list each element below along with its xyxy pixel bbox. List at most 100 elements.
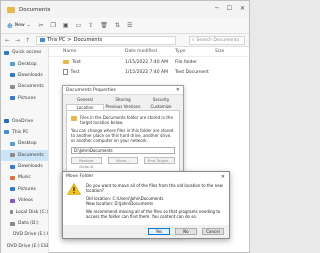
column-date[interactable]: Date modified [125,49,175,54]
dialog-message: Do you want to move all of the files fro… [86,183,225,222]
sidebar-item[interactable]: DVD Drive (E:) ESD-I [1,241,48,252]
sidebar-item[interactable]: Quick access [1,47,48,58]
crumb-this-pc[interactable]: This PC [47,37,65,43]
yes-button[interactable]: Yes [148,228,170,235]
sidebar-item-label: Data (D:) [18,221,39,227]
sidebar-item-label: Local Disk (C:) [15,209,48,215]
up-icon[interactable]: ↑ [25,37,30,44]
sidebar-item[interactable]: Documents [1,81,48,92]
sidebar-item-label: Pictures [18,186,36,192]
sidebar-item[interactable]: Videos [1,195,48,206]
new-button[interactable]: ⊕ New ⌄ [7,22,30,30]
sidebar-item[interactable]: Documents [1,149,48,161]
sidebar-item-icon [10,153,15,158]
view-icon[interactable]: ☰ [127,22,132,29]
sidebar-item[interactable]: Desktop [1,138,48,149]
sidebar-item-icon [4,130,9,135]
dialog-title-bar: Documents Properties ✕ [63,86,183,95]
window-title: Documents [19,6,51,13]
sidebar-item[interactable]: Downloads [1,161,48,172]
move-question: Do you want to move all of the files fro… [86,183,223,193]
sidebar-item-label: Downloads [18,72,43,78]
file-explorer-window: Documents ─ ☐ ✕ ⊕ New ⌄ ✂ ❐ ▣ ▭ ⇪ 🗑 ⇅ ☰ … [0,0,250,253]
sidebar-item-icon [10,164,15,169]
new-location: New location: D:\John\Documents [86,201,154,206]
sidebar-item[interactable]: DVD Drive (E:) ESD-I [1,229,48,240]
no-button[interactable]: No [175,228,197,235]
sidebar-item[interactable]: Downloads [1,70,48,81]
folder-icon [7,6,15,13]
title-bar: Documents ─ ☐ ✕ [1,1,249,18]
sidebar-item-label: Videos [18,198,33,204]
nav-arrows: ← → ↑ [5,37,30,44]
sidebar-item[interactable]: Music [1,172,48,183]
column-type[interactable]: Type [175,49,215,54]
sidebar-item-label: DVD Drive (E:) ESD-I [7,243,48,249]
sidebar-item-label: OneDrive [12,118,34,124]
breadcrumb[interactable]: This PC > Documents [36,35,177,45]
sidebar-item-label: DVD Drive (E:) ESD-I [13,232,48,238]
maximize-icon[interactable]: ☐ [227,5,232,12]
dialog-title-bar: Move Folder ✕ [63,172,229,181]
sidebar-item-icon [10,73,15,78]
close-icon[interactable]: ✕ [221,174,225,180]
file-name-cell: Test [49,60,125,65]
tab-location[interactable]: Location [66,103,104,110]
copy-icon[interactable]: ❐ [51,22,56,29]
sidebar-item-label: Desktop [18,61,37,67]
folder-icon [71,116,77,121]
paste-icon[interactable]: ▣ [63,22,69,29]
recommend-text: We recommend moving all of the files so … [86,209,221,219]
change-text: You can change where files in this folde… [71,128,174,143]
file-name: Test [72,59,81,65]
dialog-title: Move Folder [66,174,94,179]
sidebar-item[interactable]: OneDrive [1,115,48,126]
minimize-icon[interactable]: ─ [215,5,219,12]
crumb-separator: > [67,37,72,43]
column-size[interactable]: Size [215,49,239,54]
tab-customize[interactable]: Customize [142,104,180,111]
sidebar-item-label: Desktop [18,141,37,147]
sidebar-item-icon [10,62,15,67]
table-row[interactable]: Test 1/15/2022 7:40 AM Text Document [49,67,249,77]
command-icons: ✂ ❐ ▣ ▭ ⇪ 🗑 ⇅ ☰ [38,22,132,29]
sidebar-item[interactable]: This PC [1,127,48,138]
sidebar-item[interactable]: Desktop [1,58,48,69]
sidebar-item-icon [10,210,13,215]
location-path-field[interactable]: D:\John\Documents [71,147,175,154]
table-row[interactable]: Test 1/15/2022 7:40 AM File folder [49,57,249,67]
find-target-button[interactable]: Find Target... [144,157,176,164]
location-buttons: Restore Default Move... Find Target... [71,157,176,169]
back-icon[interactable]: ← [5,37,10,44]
sidebar-item[interactable]: Pictures [1,184,48,195]
sidebar-item-icon [10,175,15,180]
move-folder-dialog: Move Folder ✕ Do you want to move all of… [62,171,230,239]
sidebar-item-icon [10,198,15,203]
sidebar-item-icon [10,221,15,226]
sidebar-item[interactable]: Data (D:) [1,218,48,229]
add-icon: ⊕ [7,21,13,30]
cancel-button[interactable]: Cancel [202,228,224,235]
search-input[interactable]: ⌕ Search Documents [189,35,245,45]
location-panel: Files in the Documents folder are stored… [66,110,180,174]
close-icon[interactable]: ✕ [176,87,180,93]
restore-default-button[interactable]: Restore Default [71,157,102,169]
close-icon[interactable]: ✕ [240,5,245,12]
sidebar-item[interactable]: Local Disk (C:) [1,206,48,217]
crumb-documents[interactable]: Documents [74,37,103,43]
file-name-cell: Test [49,69,125,75]
sort-icon[interactable]: ⇅ [115,22,120,29]
tab-previous-versions[interactable]: Previous Versions [104,104,142,111]
navigation-pane: Quick access Desktop Downloads Documents Pic… [1,47,49,253]
column-name[interactable]: Name [49,49,125,54]
forward-icon[interactable]: → [15,37,20,44]
move-button[interactable]: Move... [107,157,139,164]
sidebar-item-icon [10,187,15,192]
window-controls: ─ ☐ ✕ [215,5,245,12]
delete-icon[interactable]: 🗑 [100,22,108,29]
location-text: Files in the Documents folder are stored… [80,115,173,125]
cut-icon[interactable]: ✂ [38,22,43,29]
share-icon[interactable]: ⇪ [88,22,93,29]
rename-icon[interactable]: ▭ [76,22,82,29]
sidebar-item[interactable]: Pictures [1,93,48,104]
